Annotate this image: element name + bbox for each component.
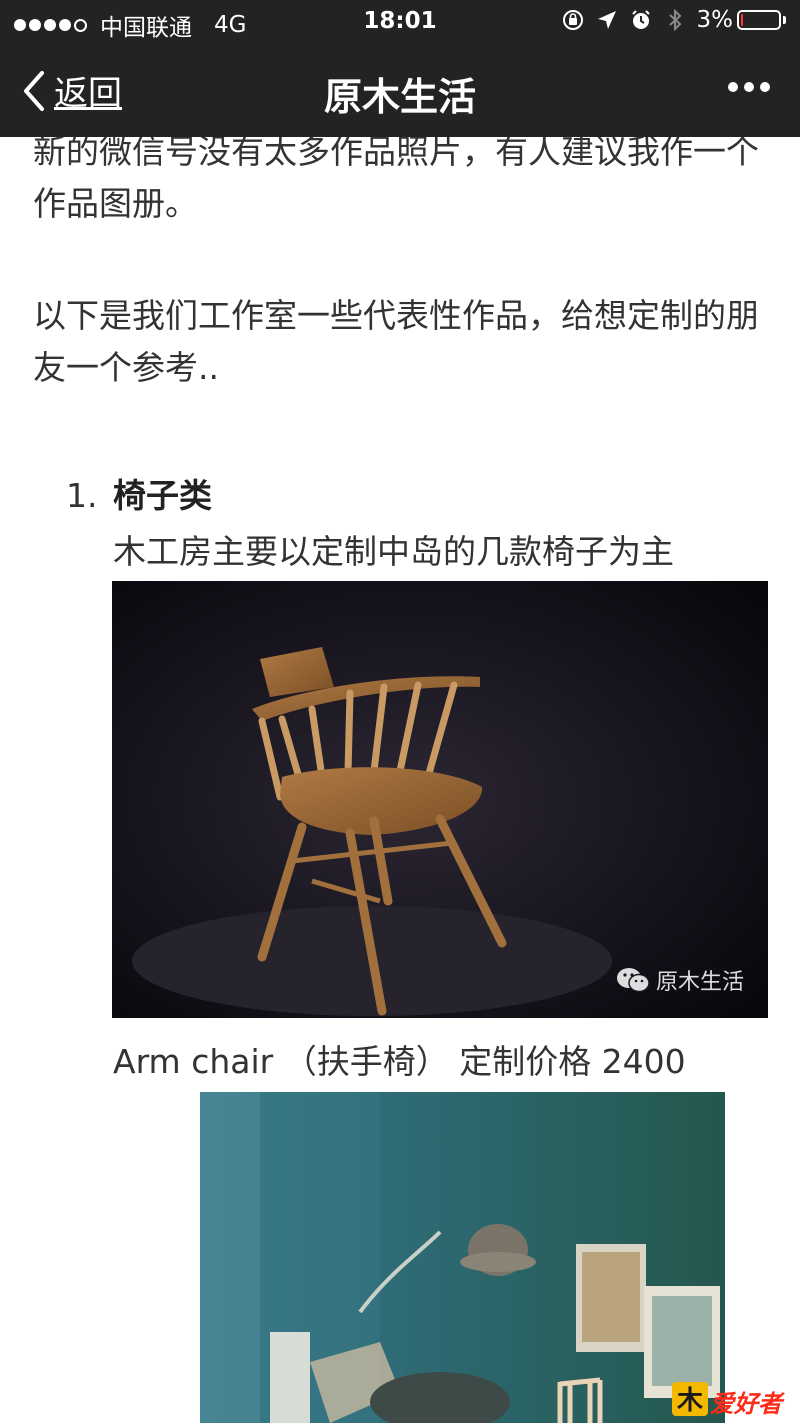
wechat-icon [616, 968, 650, 993]
watermark: 原木生活 [616, 964, 744, 996]
status-bar: 中国联通 4G 18:01 3% [0, 0, 800, 44]
location-arrow-icon [597, 11, 616, 29]
logo-text: 爱好者 [710, 1390, 782, 1418]
svg-text:木: 木 [676, 1386, 703, 1416]
more-dot-icon [744, 82, 754, 92]
arm-chair-image [112, 581, 768, 1018]
battery-icon [737, 10, 786, 30]
battery-percent: 3% [696, 7, 734, 33]
list-heading: 椅子类 [113, 476, 212, 515]
bluetooth-icon [668, 8, 681, 32]
watermark-text: 原木生活 [655, 970, 744, 995]
room-photo[interactable] [200, 1092, 725, 1427]
arm-chair-photo[interactable]: 原木生活 [112, 581, 768, 1018]
alarm-clock-icon [631, 10, 650, 29]
more-dot-icon [760, 82, 770, 92]
photo-caption: Arm chair （扶手椅） 定制价格 2400 [113, 1042, 686, 1081]
site-logo: 木 爱好者 [668, 1376, 796, 1420]
logo-mark-icon: 木 [672, 1382, 708, 1416]
navigation-bar: 返回 原木生活 [0, 44, 800, 137]
article-paragraph: 以下是我们工作室一些代表性作品，给想定制的朋友一个参考.. [33, 296, 759, 387]
list-number: 1. [66, 476, 98, 515]
list-subtext: 木工房主要以定制中岛的几款椅子为主 [113, 532, 674, 571]
rotation-lock-icon [562, 10, 583, 30]
top-bar: 中国联通 4G 18:01 3% 返回 原木生活 [0, 0, 800, 137]
article-paragraph: 新的微信号没有太多作品照片，有人建议我作一个作品图册。 [33, 132, 759, 223]
room-image [200, 1092, 725, 1427]
page-title: 原木生活 [323, 75, 476, 119]
more-options-button[interactable] [722, 82, 770, 92]
more-dot-icon [728, 82, 738, 92]
